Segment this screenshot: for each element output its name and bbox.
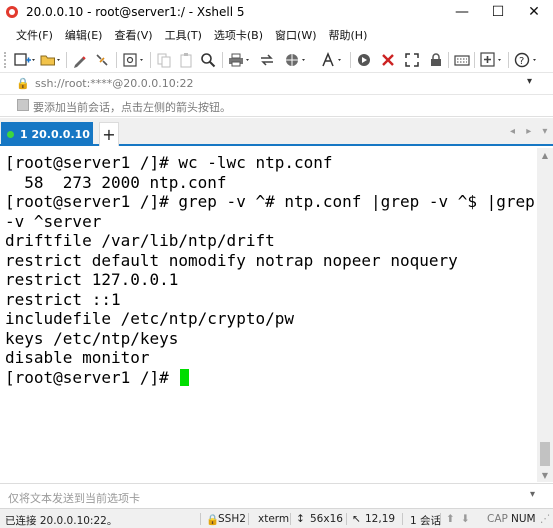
menu-tab[interactable]: 选项卡(B) [214, 27, 263, 43]
font-icon[interactable] [318, 50, 346, 70]
close-button[interactable]: ✕ [516, 0, 552, 24]
xftp-icon[interactable] [378, 50, 398, 70]
size-icon: ↕ [296, 513, 305, 525]
scroll-up-icon[interactable]: ▲ [537, 148, 553, 162]
terminal-line: disable monitor [5, 348, 150, 367]
svg-text:?: ? [519, 56, 524, 67]
print-icon[interactable] [226, 50, 254, 70]
terminal-cursor [180, 368, 190, 386]
status-sessions: 1 会话 [410, 515, 442, 527]
terminal-line: includefile /etc/ntp/crypto/pw [5, 309, 294, 328]
toolbar-separator [150, 52, 151, 68]
status-up-arrow-icon: ⬆ [446, 513, 455, 525]
status-term: xterm [258, 513, 290, 525]
status-connection: 已连接 20.0.0.10:22。 [5, 515, 118, 527]
address-text: ssh://root:****@20.0.0.10:22 [35, 77, 194, 90]
add-icon[interactable] [478, 50, 506, 70]
status-size: 56x16 [310, 513, 343, 525]
menu-bar: 文件(F) 编辑(E) 查看(V) 工具(T) 选项卡(B) 窗口(W) 帮助(… [0, 24, 553, 46]
status-separator [346, 513, 347, 525]
terminal-scrollbar[interactable]: ▲ ▼ [537, 148, 553, 482]
toolbar-separator [222, 52, 223, 68]
status-down-arrow-icon: ⬇ [461, 513, 470, 525]
tab-label: 1 20.0.0.10 [20, 127, 90, 141]
terminal-line: restrict default nomodify notrap nopeer … [5, 250, 458, 270]
session-hint-text: 要添加当前会话，点击左侧的箭头按钮。 [33, 101, 231, 114]
script-icon[interactable] [354, 50, 374, 70]
window-title: 20.0.0.10 - root@server1:/ - Xshell 5 [26, 5, 245, 19]
toolbar: ? [0, 47, 553, 73]
cursor-position-icon: ↖ [352, 513, 361, 525]
compose-bar[interactable]: 仅将文本发送到当前选项卡 ▾ [0, 483, 553, 508]
session-bar-icon[interactable] [17, 99, 29, 111]
menu-file[interactable]: 文件(F) [16, 27, 53, 43]
terminal-line: keys /etc/ntp/keys [5, 328, 179, 348]
status-separator [200, 513, 201, 525]
toolbar-separator [508, 52, 509, 68]
terminal-line: driftfile /var/lib/ntp/drift [5, 231, 275, 250]
title-bar: 20.0.0.10 - root@server1:/ - Xshell 5 — … [0, 0, 553, 24]
menu-help[interactable]: 帮助(H) [329, 27, 368, 43]
address-dropdown-icon[interactable]: ▾ [527, 76, 532, 87]
lock-icon[interactable] [426, 50, 446, 70]
toolbar-separator [350, 52, 351, 68]
session-hint-bar: 要添加当前会话，点击左侧的箭头按钮。 [0, 95, 553, 117]
transfer-icon[interactable] [256, 50, 278, 70]
terminal-line: restrict 127.0.0.1 [5, 270, 179, 289]
toolbar-separator [116, 52, 117, 68]
maximize-button[interactable]: ☐ [480, 0, 516, 24]
compose-input[interactable]: 仅将文本发送到当前选项卡 [8, 490, 140, 506]
status-separator [248, 513, 249, 525]
terminal-line: restrict ::1 [5, 289, 121, 309]
copy-icon[interactable] [154, 50, 174, 70]
toolbar-separator [474, 52, 475, 68]
terminal-output[interactable]: [root@server1 /]# wc -lwc ntp.conf 58 27… [0, 148, 537, 482]
compose-dropdown-icon[interactable]: ▾ [530, 489, 535, 500]
terminal-prompt-line: [root@server1 /]# [5, 368, 537, 388]
terminal-prompt: [root@server1 /]# [5, 367, 179, 387]
connected-status-icon [7, 130, 14, 138]
status-separator [402, 513, 403, 525]
terminal-line: [root@server1 /]# grep -v ^# ntp.conf |g… [5, 192, 535, 211]
status-separator [290, 513, 291, 525]
paste-icon[interactable] [176, 50, 196, 70]
toolbar-separator [66, 52, 67, 68]
connect-icon[interactable] [92, 50, 112, 70]
menu-edit[interactable]: 编辑(E) [65, 27, 103, 43]
fullscreen-icon[interactable] [402, 50, 422, 70]
minimize-button[interactable]: — [444, 0, 480, 24]
help-icon[interactable]: ? [512, 50, 542, 70]
tab-bar: 1 20.0.0.10 + ◂ ▸ ▾ [0, 118, 553, 146]
toolbar-separator [448, 52, 449, 68]
lock-icon: 🔒 [16, 77, 30, 90]
find-icon[interactable] [198, 50, 218, 70]
address-bar[interactable]: 🔒 ssh://root:****@20.0.0.10:22 ▾ [0, 73, 553, 95]
pen-icon[interactable] [70, 50, 90, 70]
properties-icon[interactable] [120, 50, 148, 70]
menu-tools[interactable]: 工具(T) [165, 27, 202, 43]
tab-navigation-arrows[interactable]: ◂ ▸ ▾ [510, 126, 551, 137]
xshell-logo-icon [6, 6, 18, 18]
terminal-line: [root@server1 /]# wc -lwc ntp.conf [5, 153, 333, 172]
status-protocol: SSH2 [218, 513, 246, 525]
keyboard-icon[interactable] [452, 50, 472, 70]
status-separator [440, 513, 441, 525]
menu-view[interactable]: 查看(V) [114, 27, 152, 43]
scroll-down-icon[interactable]: ▼ [537, 468, 553, 482]
terminal-line: -v ^server [5, 211, 102, 231]
open-folder-icon[interactable] [38, 50, 64, 70]
status-caps: CAP [487, 513, 508, 525]
globe-icon[interactable] [282, 50, 310, 70]
resize-grip-icon[interactable]: ⋰ [540, 513, 551, 525]
menu-window[interactable]: 窗口(W) [275, 27, 316, 43]
scroll-thumb[interactable] [540, 442, 550, 466]
new-session-icon[interactable] [12, 50, 38, 70]
terminal-line: 58 273 2000 ntp.conf [5, 172, 227, 192]
new-tab-button[interactable]: + [99, 122, 119, 146]
status-bar: 已连接 20.0.0.10:22。 🔒 SSH2 xterm ↕ 56x16 ↖… [0, 508, 553, 528]
status-num: NUM [511, 513, 536, 525]
status-position: 12,19 [365, 513, 396, 525]
toolbar-grip [4, 52, 8, 68]
tab-session-1[interactable]: 1 20.0.0.10 [1, 122, 93, 146]
